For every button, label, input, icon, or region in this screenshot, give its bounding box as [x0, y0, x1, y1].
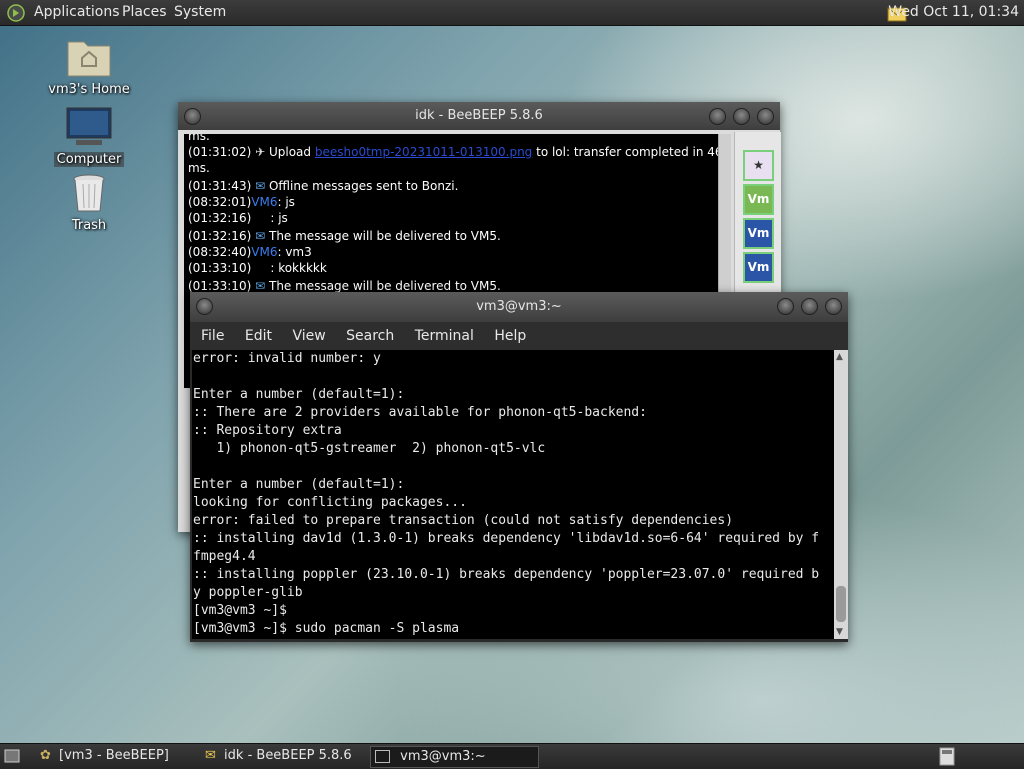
- terminal-line: :: installing poppler (23.10.0-1) breaks…: [193, 567, 820, 582]
- window-title: vm3@vm3:~: [476, 299, 562, 314]
- menu-view[interactable]: View: [292, 328, 325, 344]
- menu-file[interactable]: File: [201, 328, 224, 344]
- terminal-line: error: invalid number: y: [193, 351, 381, 366]
- chat-line: (01:31:43) ✉ Offline messages sent to Bo…: [188, 179, 459, 193]
- user-avatar[interactable]: Vm: [743, 252, 774, 283]
- upload-icon: ✈: [255, 145, 266, 159]
- menu-terminal[interactable]: Terminal: [415, 328, 474, 344]
- chat-line: (01:32:16) ✉ The message will be deliver…: [188, 229, 501, 243]
- chat-line: (08:32:01)VM6: js: [188, 195, 295, 209]
- terminal-titlebar[interactable]: vm3@vm3:~: [190, 292, 848, 322]
- maximize-button[interactable]: [733, 108, 750, 125]
- chat-line: ms.: [188, 161, 210, 175]
- places-menu[interactable]: Places: [122, 4, 167, 20]
- terminal-menubar: File Edit View Search Terminal Help: [190, 322, 848, 350]
- desktop-icon-label: Trash: [71, 218, 107, 233]
- scroll-thumb[interactable]: [836, 586, 846, 622]
- desktop-icon-home[interactable]: vm3's Home: [44, 36, 134, 97]
- desktop-icon-trash[interactable]: Trash: [44, 172, 134, 233]
- file-link[interactable]: beesho0tmp-20231011-013100.png: [315, 145, 532, 159]
- user-avatar[interactable]: Vm: [743, 184, 774, 215]
- terminal-line: y poppler-glib: [193, 585, 303, 600]
- desktop-icon-computer[interactable]: Computer: [44, 106, 134, 167]
- chat-line: (01:31:02) ✈ Upload beesho0tmp-20231011-…: [188, 145, 718, 159]
- chat-line: ms.: [188, 134, 210, 143]
- computer-icon: [66, 107, 112, 145]
- top-panel: Applications Places System Wed Oct 11, 0…: [0, 0, 1024, 26]
- terminal-window[interactable]: vm3@vm3:~ File Edit View Search Terminal…: [190, 292, 848, 642]
- menu-search[interactable]: Search: [346, 328, 394, 344]
- terminal-line: :: Repository extra: [193, 423, 342, 438]
- terminal-output[interactable]: error: invalid number: y Enter a number …: [192, 350, 834, 639]
- system-menu[interactable]: System: [174, 4, 226, 20]
- user-avatar[interactable]: Vm: [743, 218, 774, 249]
- user-name[interactable]: VM6: [251, 245, 277, 259]
- taskbar-item-beebeep-chat[interactable]: ✉ idk - BeeBEEP 5.8.6: [205, 746, 365, 766]
- trash-icon: [73, 174, 105, 212]
- taskbar-item-beebeep-main[interactable]: ✿ [vm3 - BeeBEEP]: [40, 746, 195, 766]
- terminal-line: [vm3@vm3 ~]$: [193, 603, 287, 618]
- home-folder-icon: [67, 41, 111, 77]
- show-desktop-icon[interactable]: [4, 749, 20, 763]
- minimize-button[interactable]: [709, 108, 726, 125]
- scroll-down-icon[interactable]: ▼: [836, 627, 843, 637]
- desktop-icon-label: Computer: [53, 152, 125, 167]
- beebeep-titlebar[interactable]: idk - BeeBEEP 5.8.6: [178, 102, 780, 130]
- workspace-switcher-icon[interactable]: [939, 747, 955, 766]
- terminal-line: error: failed to prepare transaction (co…: [193, 513, 734, 528]
- window-title: idk - BeeBEEP 5.8.6: [415, 108, 543, 123]
- clock[interactable]: Wed Oct 11, 01:34: [888, 4, 1019, 20]
- minimize-button[interactable]: [777, 298, 794, 315]
- menu-help[interactable]: Help: [494, 328, 526, 344]
- chat-line: (01:32:16) : js: [188, 211, 288, 225]
- user-name[interactable]: VM6: [251, 195, 277, 209]
- bonzi-avatar-icon[interactable]: ★: [743, 150, 774, 181]
- terminal-prompt[interactable]: [vm3@vm3 ~]$ sudo pacman -S plasma: [192, 620, 834, 638]
- envelope-icon: ✉: [255, 179, 266, 193]
- terminal-line: Enter a number (default=1):: [193, 477, 405, 492]
- terminal-icon: [375, 750, 390, 763]
- desktop-icon-label: vm3's Home: [48, 82, 130, 97]
- system-logo-icon[interactable]: [7, 4, 25, 22]
- terminal-line: looking for conflicting packages...: [193, 495, 467, 510]
- window-menu-button[interactable]: [184, 108, 201, 125]
- menu-edit[interactable]: Edit: [245, 328, 272, 344]
- close-button[interactable]: [825, 298, 842, 315]
- chat-line: (08:32:40)VM6: vm3: [188, 245, 312, 259]
- maximize-button[interactable]: [801, 298, 818, 315]
- chat-envelope-icon: ✉: [205, 748, 216, 763]
- envelope-icon: ✉: [255, 279, 266, 293]
- terminal-line: :: installing dav1d (1.3.0-1) breaks dep…: [193, 531, 820, 546]
- scroll-up-icon[interactable]: ▲: [836, 352, 843, 362]
- bottom-panel: ✿ [vm3 - BeeBEEP] ✉ idk - BeeBEEP 5.8.6 …: [0, 743, 1024, 769]
- terminal-line: Enter a number (default=1):: [193, 387, 405, 402]
- window-menu-button[interactable]: [196, 298, 213, 315]
- terminal-line: :: There are 2 providers available for p…: [193, 405, 647, 420]
- bee-icon: ✿: [40, 748, 51, 763]
- applications-menu[interactable]: Applications: [34, 4, 120, 20]
- close-button[interactable]: [757, 108, 774, 125]
- terminal-scrollbar[interactable]: ▲ ▼: [834, 350, 848, 639]
- chat-line: (01:33:10) : kokkkkk: [188, 261, 327, 275]
- terminal-line: 1) phonon-qt5-gstreamer 2) phonon-qt5-vl…: [193, 441, 546, 456]
- taskbar-item-terminal[interactable]: vm3@vm3:~: [370, 746, 539, 768]
- envelope-icon: ✉: [255, 229, 266, 243]
- terminal-line: fmpeg4.4: [193, 549, 256, 564]
